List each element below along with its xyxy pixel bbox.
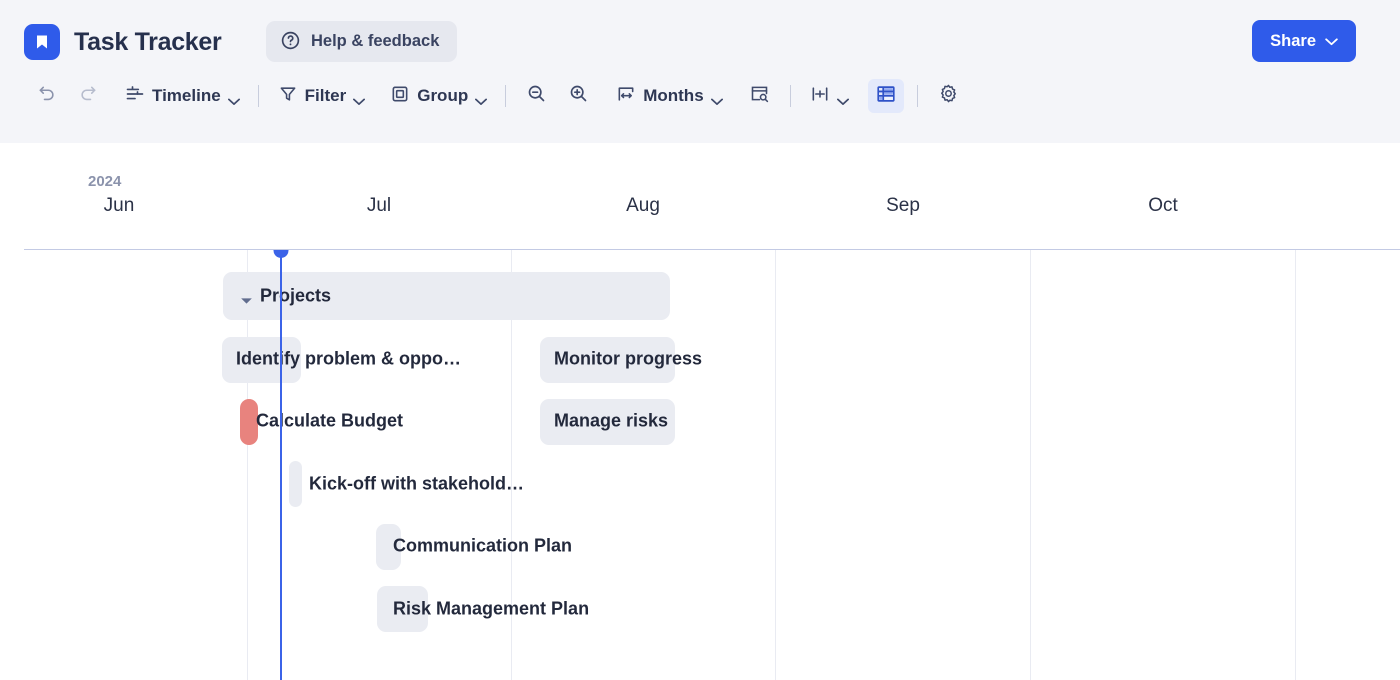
undo-icon [37, 84, 57, 109]
timeline-button[interactable]: Timeline [119, 79, 245, 113]
find-button[interactable] [742, 79, 777, 113]
months-label: Months [643, 86, 704, 105]
toolbar-divider [505, 85, 507, 107]
group-row-projects[interactable] [223, 272, 670, 320]
timeline-label: Timeline [152, 86, 221, 105]
brand: Task Tracker [24, 24, 222, 60]
month-label-jun: Jun [103, 195, 135, 216]
gear-icon [938, 83, 959, 109]
group-button[interactable]: Group [384, 79, 492, 113]
zoom-in-button[interactable] [561, 79, 596, 113]
chevron-down-icon [836, 93, 849, 105]
task-row-manage-risks[interactable] [540, 399, 675, 445]
gridline [775, 250, 776, 680]
today-dot-handle[interactable] [273, 250, 289, 258]
filter-label: Filter [304, 86, 347, 105]
caret-down-icon[interactable] [240, 292, 253, 310]
month-label-oct: Oct [1148, 195, 1178, 216]
chevron-down-icon [710, 93, 723, 105]
gridline [1030, 250, 1031, 680]
row-height-icon [810, 84, 830, 109]
question-circle-icon [280, 30, 301, 54]
zoom-out-icon [526, 83, 547, 109]
year-label: 2024 [88, 173, 122, 190]
months-button[interactable]: Months [610, 79, 727, 113]
task-row-kick-off-label: Kick-off with stakehold… [309, 473, 525, 494]
timeline-icon [125, 84, 145, 109]
filter-icon [278, 84, 298, 109]
chevron-down-icon [227, 93, 240, 105]
app-title: Task Tracker [74, 27, 222, 56]
zoom-out-button[interactable] [519, 79, 554, 113]
month-label-jul: Jul [366, 195, 392, 216]
redo-icon [78, 84, 98, 109]
task-row-communication-plan[interactable] [376, 524, 401, 570]
timeline-canvas[interactable]: Projects Identify problem & oppo… Monitor … [0, 250, 1400, 680]
month-label-sep: Sep [886, 195, 920, 216]
group-icon [390, 84, 410, 109]
gridline [1295, 250, 1296, 680]
share-label: Share [1270, 31, 1316, 50]
share-button[interactable]: Share [1252, 20, 1356, 62]
redo-button[interactable] [71, 79, 105, 113]
undo-button[interactable] [30, 79, 64, 113]
toolbar-divider [257, 85, 259, 107]
toolbar: Timeline Filter Group Months [0, 76, 1400, 116]
table-view-button[interactable] [867, 79, 904, 113]
bookmark-logo-icon [24, 24, 60, 60]
chevron-down-icon [1325, 34, 1338, 49]
task-tracker-app: Task Tracker Help & feedback Share Timel… [0, 0, 1400, 680]
task-row-calculate-budget[interactable] [240, 399, 258, 445]
filter-button[interactable]: Filter [272, 79, 371, 113]
chevron-down-icon [353, 93, 366, 105]
today-line [280, 250, 282, 680]
toolbar-divider [916, 85, 918, 107]
task-row-monitor-progress[interactable] [540, 337, 675, 383]
toolbar-divider [789, 85, 791, 107]
task-row-identify-problem[interactable] [222, 337, 301, 383]
task-row-calculate-budget-label: Calculate Budget [256, 410, 404, 431]
help-and-feedback-button[interactable]: Help & feedback [266, 21, 458, 62]
group-label: Group [417, 86, 469, 105]
find-in-view-icon [749, 83, 770, 109]
zoom-in-icon [568, 83, 589, 109]
timeline-header [0, 143, 1400, 249]
fit-width-icon [616, 84, 636, 109]
task-row-communication-plan-label: Communication Plan [393, 535, 573, 556]
row-height-button[interactable] [804, 79, 854, 113]
task-row-kick-off[interactable] [289, 461, 302, 507]
month-label-aug: Aug [626, 195, 660, 216]
task-row-risk-management-plan[interactable] [377, 586, 428, 632]
title-bar: Task Tracker Help & feedback Share [0, 0, 1400, 82]
table-grid-icon [875, 83, 897, 110]
chevron-down-icon [475, 93, 488, 105]
settings-button[interactable] [931, 79, 966, 113]
help-and-feedback-label: Help & feedback [311, 32, 440, 50]
